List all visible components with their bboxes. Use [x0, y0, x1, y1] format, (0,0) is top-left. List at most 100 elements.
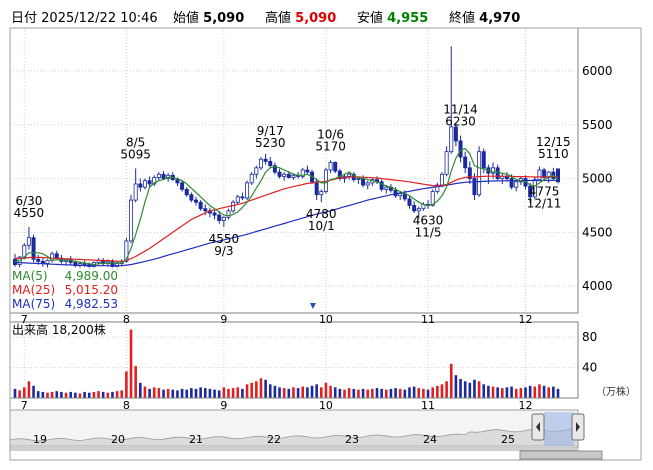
candle-body	[509, 178, 514, 188]
volume-bar	[194, 388, 198, 398]
candle-body	[180, 182, 185, 190]
navigator-label: 23	[345, 433, 359, 446]
x-tick-label: 12	[519, 313, 533, 326]
volume-bar	[176, 390, 179, 398]
volume-bar	[528, 385, 532, 398]
candle-body	[495, 167, 500, 179]
candle-body	[277, 171, 282, 177]
navigator-label: 20	[111, 433, 125, 446]
volume-bar	[463, 381, 467, 398]
volume-bar	[157, 388, 161, 398]
candle-body	[212, 212, 217, 216]
volume-bar	[306, 387, 309, 398]
navigator-label: 19	[33, 433, 47, 446]
navigator-label: 25	[501, 433, 515, 446]
volume-bar	[347, 388, 351, 398]
volume-bar	[27, 381, 31, 398]
scrollbar-thumb[interactable]	[519, 450, 603, 460]
grid	[10, 28, 578, 398]
candle-body	[198, 201, 203, 210]
volume-bar	[74, 392, 77, 398]
volume-bar	[287, 388, 291, 398]
volume-tick-label: 80	[582, 330, 597, 344]
ma-legend: MA(5) 4,989.00 MA(25) 5,015.20 MA(75) 4,982.5…	[11, 267, 119, 311]
candle-body	[147, 180, 152, 185]
annotation-price: 5170	[315, 139, 346, 153]
volume-bar	[139, 382, 142, 398]
volume-bar	[310, 385, 314, 398]
x-tick-label: 11	[421, 313, 435, 326]
volume-bar	[320, 387, 323, 398]
volume-bar	[222, 387, 226, 398]
candle-body	[240, 196, 245, 199]
candle-body	[416, 208, 421, 212]
volume-bar	[199, 387, 202, 398]
volume-bar	[524, 387, 527, 398]
scrollbar-track[interactable]	[9, 449, 579, 461]
legend-value: 4,982.53	[65, 297, 118, 311]
volume-bar	[417, 388, 421, 398]
volume-bar	[501, 388, 504, 398]
navigator-label: 24	[423, 433, 437, 446]
annotation-price: 5230	[255, 136, 286, 150]
ma5-line	[14, 147, 559, 266]
volume-bar	[143, 386, 147, 398]
volume-bar	[514, 388, 518, 398]
candle-body	[328, 162, 333, 171]
annotation-price: 4550	[14, 206, 45, 220]
volume-bar	[268, 384, 272, 398]
volume-bar	[505, 387, 509, 398]
candle-body	[129, 199, 134, 242]
moving-averages	[14, 147, 559, 267]
candle-body	[189, 194, 194, 201]
volume-bar	[445, 381, 448, 398]
candle-body	[26, 237, 31, 246]
candle-body	[472, 178, 477, 196]
volume-bar	[120, 390, 124, 398]
legend-label: MA(25)	[12, 283, 55, 297]
candle-body	[54, 253, 59, 259]
volume-bar	[552, 386, 555, 398]
price-tick-label: 5000	[582, 172, 613, 186]
volume-bar	[255, 381, 258, 398]
volume-bar	[398, 388, 402, 398]
candle-body	[12, 258, 17, 266]
price-tick-label: 6000	[582, 64, 613, 78]
ma25-line	[14, 175, 559, 263]
candle-body	[365, 182, 370, 186]
volume-bar	[324, 382, 328, 398]
volume-bar	[41, 391, 45, 398]
candle-body	[398, 193, 403, 197]
navigator[interactable]: 19 20 21 22 23 24 25	[9, 409, 603, 461]
volume-bar	[282, 388, 286, 398]
volume-bar	[111, 391, 114, 398]
price-tick-label: 4500	[582, 225, 613, 239]
candle-body	[263, 158, 268, 162]
volume-bar	[162, 389, 165, 398]
volume-bar	[542, 385, 546, 398]
volume-bar	[273, 385, 277, 398]
volume-bar	[125, 371, 128, 398]
volume-bar	[148, 388, 151, 398]
candle-body	[231, 201, 236, 212]
volume-bar	[394, 388, 397, 398]
x-tick-label: 9	[220, 313, 227, 326]
chart-canvas: 6/3045508/5509545509/39/175230478010/110…	[9, 27, 642, 461]
volume-bar	[431, 387, 434, 398]
volume-bar	[333, 387, 337, 398]
volume-bar	[343, 389, 346, 398]
volume-bar	[50, 391, 54, 398]
volume-bar	[491, 386, 495, 398]
candle-body	[184, 188, 189, 196]
volume-bar	[46, 392, 49, 398]
volume-bar	[278, 387, 281, 398]
candle-body	[333, 162, 338, 172]
volume-bar	[315, 384, 318, 398]
volume-tick-label: 40	[582, 361, 597, 375]
candle-body	[514, 181, 519, 188]
volume-title: 出来高 18,200株	[12, 322, 106, 337]
candle-body	[142, 180, 147, 188]
legend-label: MA(75)	[12, 297, 55, 311]
annotations: 6/3045508/5509545509/39/175230478010/110…	[14, 103, 571, 258]
candle-body	[458, 140, 463, 158]
